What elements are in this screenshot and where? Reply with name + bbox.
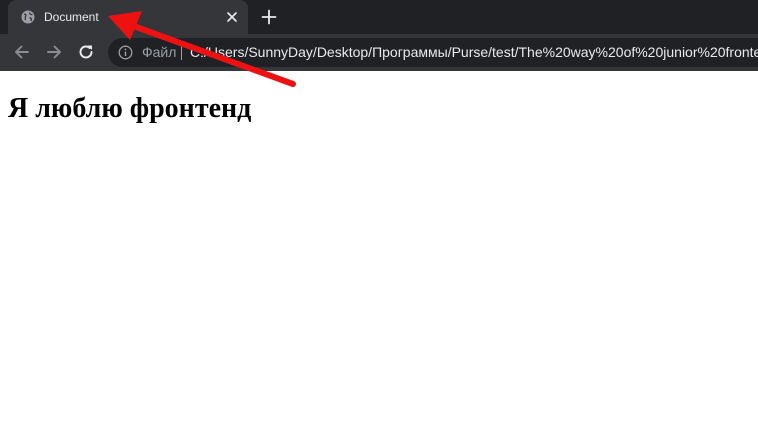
address-bar[interactable]: Файл C:/Users/SunnyDay/Desktop/Программы… — [108, 38, 758, 67]
arrow-left-icon[interactable] — [12, 42, 32, 62]
url-text[interactable]: C:/Users/SunnyDay/Desktop/Программы/Purs… — [190, 44, 758, 61]
close-icon[interactable] — [225, 10, 239, 24]
info-icon[interactable] — [118, 45, 133, 60]
globe-icon — [21, 10, 35, 24]
tab-strip: Document — [0, 0, 758, 34]
page-heading: Я люблю фронтенд — [8, 93, 252, 124]
address-bar-divider — [181, 45, 182, 60]
browser-toolbar: Файл C:/Users/SunnyDay/Desktop/Программы… — [0, 34, 758, 71]
reload-icon[interactable] — [76, 42, 96, 62]
browser-window: Document Файл C:/Users/SunnyDay/Desktop/… — [0, 0, 758, 433]
file-scheme-label: Файл — [142, 44, 177, 60]
arrow-right-icon[interactable] — [44, 42, 64, 62]
tab-document[interactable]: Document — [8, 0, 248, 34]
page-content: Я люблю фронтенд — [0, 71, 758, 433]
tab-title: Document — [44, 10, 99, 24]
new-tab-plus-icon[interactable] — [260, 8, 278, 26]
